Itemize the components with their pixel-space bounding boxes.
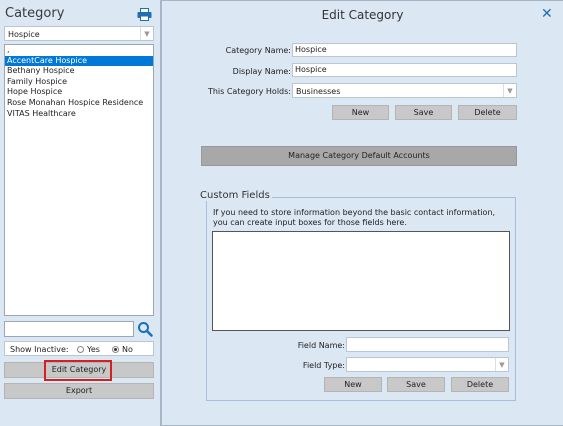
radio-no-button[interactable] (112, 346, 119, 353)
manage-default-accounts-button[interactable]: Manage Category Default Accounts (201, 146, 517, 166)
chevron-down-icon[interactable]: ▼ (495, 358, 508, 371)
show-inactive-label: Show Inactive: (10, 345, 69, 354)
custom-fields-desc-line1: If you need to store information beyond … (213, 208, 496, 217)
field-type-dropdown[interactable]: ▼ (346, 357, 509, 372)
close-icon[interactable]: ✕ (541, 6, 553, 22)
category-name-label: Category Name: (225, 46, 291, 55)
radio-no-label: No (122, 345, 133, 354)
list-item[interactable]: Rose Monahan Hospice Residence (5, 98, 153, 109)
list-item[interactable]: Bethany Hospice (5, 66, 153, 77)
edit-category-dialog: Edit Category ✕ Category Name: Hospice D… (160, 0, 563, 426)
custom-fields-legend: Custom Fields (198, 190, 272, 201)
category-panel: Category Hospice ▼ , AccentCare Hospice … (0, 0, 160, 426)
category-list[interactable]: , AccentCare Hospice Bethany Hospice Fam… (4, 44, 154, 316)
chevron-down-icon[interactable]: ▼ (503, 84, 516, 97)
list-item-selected[interactable]: AccentCare Hospice (5, 55, 153, 67)
category-holds-value: Businesses (296, 87, 341, 96)
list-item[interactable]: VITAS Healthcare (5, 109, 153, 120)
custom-field-new-button[interactable]: New (324, 377, 382, 392)
field-name-input[interactable] (346, 337, 509, 352)
search-icon[interactable] (137, 321, 153, 337)
list-item[interactable]: Family Hospice (5, 77, 153, 88)
new-button[interactable]: New (332, 105, 389, 120)
custom-fields-desc-line2: you can create input boxes for those fie… (213, 218, 407, 227)
export-button[interactable]: Export (4, 383, 154, 399)
custom-fields-description: If you need to store information beyond … (213, 208, 513, 228)
highlight-box (44, 360, 112, 381)
show-inactive-row: Show Inactive: Yes No (4, 341, 154, 356)
radio-yes-button[interactable] (77, 346, 84, 353)
custom-fields-list[interactable] (212, 231, 510, 331)
display-name-field[interactable]: Hospice (292, 63, 517, 77)
chevron-down-icon[interactable]: ▼ (140, 27, 153, 40)
printer-icon[interactable] (137, 8, 152, 21)
category-holds-dropdown[interactable]: Businesses ▼ (292, 83, 517, 98)
custom-field-delete-button[interactable]: Delete (451, 377, 509, 392)
delete-button[interactable]: Delete (458, 105, 517, 120)
radio-yes-label: Yes (87, 345, 100, 354)
radio-yes[interactable]: Yes (77, 345, 100, 354)
search-input[interactable] (4, 321, 134, 337)
category-holds-label: This Category Holds: (207, 87, 291, 96)
field-name-label: Field Name: (297, 341, 345, 350)
list-item[interactable]: Hope Hospice (5, 87, 153, 98)
category-name-field[interactable]: Hospice (292, 43, 517, 57)
save-button[interactable]: Save (395, 105, 452, 120)
category-dropdown-value: Hospice (8, 30, 40, 39)
field-type-label: Field Type: (302, 361, 345, 370)
custom-field-save-button[interactable]: Save (387, 377, 445, 392)
dialog-title: Edit Category (321, 8, 404, 22)
category-dropdown[interactable]: Hospice ▼ (4, 26, 154, 41)
category-title: Category (5, 6, 65, 21)
display-name-label: Display Name: (232, 67, 291, 76)
list-item[interactable]: , (5, 45, 153, 56)
radio-no[interactable]: No (112, 345, 133, 354)
